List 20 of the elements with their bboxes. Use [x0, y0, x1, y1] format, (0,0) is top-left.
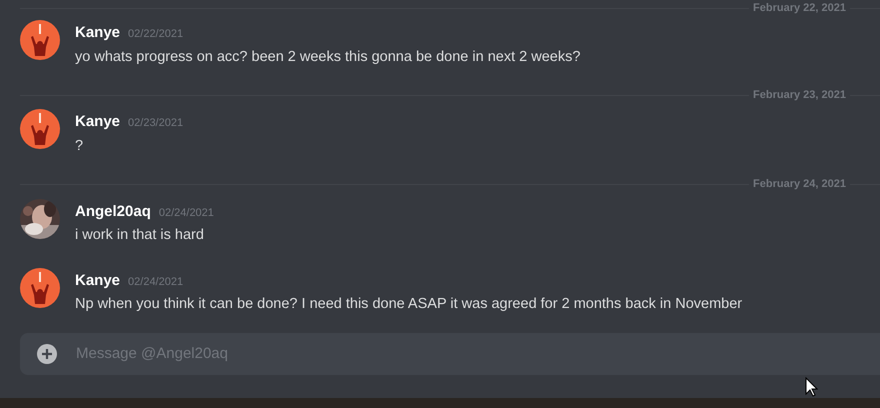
avatar-icon[interactable]	[20, 109, 60, 150]
author-name[interactable]: Angel20aq	[75, 200, 151, 223]
date-divider: February 24, 2021	[752, 177, 847, 192]
timestamp: 02/23/2021	[128, 116, 184, 132]
avatar-icon[interactable]	[20, 268, 60, 308]
author-name[interactable]: Kanye	[75, 22, 120, 44]
message-text: yo whats progress on acc? been 2 weeks this gonna be done in next 2 weeks?	[75, 48, 580, 66]
timestamp: 02/24/2021	[128, 274, 184, 290]
timestamp: 02/24/2021	[158, 206, 214, 220]
author-name[interactable]: Kanye	[75, 111, 120, 134]
author-name[interactable]: Kanye	[75, 270, 120, 292]
add-icon[interactable]	[36, 343, 58, 365]
date-divider: February 22, 2021	[752, 0, 847, 16]
message-text: i work in that is hard	[75, 226, 205, 245]
date-divider: February 23, 2021	[752, 88, 847, 103]
message-text: Np when you think it can be done? I need this done ASAP it was agreed for 2 months back in November	[75, 295, 742, 314]
message-text: ?	[75, 136, 84, 156]
avatar-icon[interactable]	[20, 20, 60, 60]
cursor-icon	[805, 377, 818, 397]
timestamp: 02/22/2021	[128, 27, 184, 42]
